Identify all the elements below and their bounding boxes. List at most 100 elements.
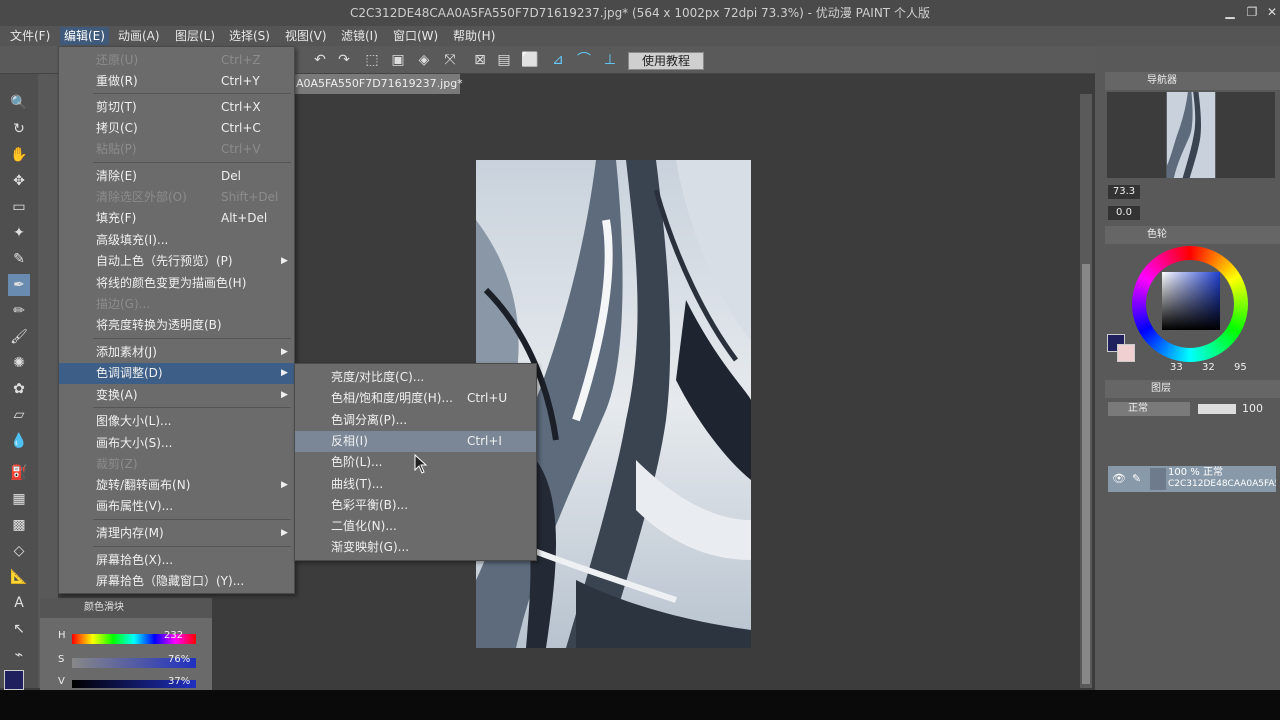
saturation-value[interactable]: 76% xyxy=(168,654,190,665)
tone-submenu-item[interactable]: 渐变映射(G)... xyxy=(295,537,536,558)
edit-menu-item[interactable]: 自动上色（先行预览）(P) ▶ xyxy=(59,251,294,272)
layer-row[interactable]: 👁 ✎ 100 % 正常 C2C312DE48CAA0A5FA5... xyxy=(1108,466,1276,492)
menu-filter[interactable]: 滤镜(I) xyxy=(337,27,382,45)
edit-menu-item[interactable]: 旋转/翻转画布(N) ▶ xyxy=(59,475,294,496)
color-wheel-panel-header: 色轮 xyxy=(1105,226,1280,244)
decoration-icon[interactable]: ✿ xyxy=(8,378,30,400)
menu-view[interactable]: 视图(V) xyxy=(281,27,331,45)
undo-icon[interactable]: ↶ xyxy=(310,50,330,70)
erase-icon[interactable]: ◈ xyxy=(414,50,434,70)
color-slider-panel: 颜色滑块 H 232 S 76% V 37% xyxy=(40,598,212,690)
airbrush-icon[interactable]: ✺ xyxy=(8,352,30,374)
canvas-vertical-scrollbar[interactable] xyxy=(1080,94,1092,688)
gradient-icon[interactable]: ▦ xyxy=(8,488,30,510)
brush-icon[interactable]: 🖌 xyxy=(8,326,30,348)
edit-menu: 还原(U) Ctrl+Z 重做(R) Ctrl+Y 剪切(T) Ctrl+X 拷贝(C) Ct… xyxy=(58,46,295,594)
edit-menu-item[interactable]: 屏幕拾色（隐藏窗口）(Y)... xyxy=(59,571,294,592)
crop-icon[interactable]: ⊠ xyxy=(470,50,490,70)
tone-submenu-item[interactable]: 二值化(N)... xyxy=(295,516,536,537)
pencil-icon[interactable]: ✏ xyxy=(8,300,30,322)
figure-icon[interactable]: ◇ xyxy=(8,540,30,562)
redo-icon[interactable]: ↷ xyxy=(334,50,354,70)
edit-menu-item[interactable]: 填充(F) Alt+Del xyxy=(59,208,294,229)
saturation-value-square[interactable] xyxy=(1162,272,1220,330)
tone-icon[interactable]: ▩ xyxy=(8,514,30,536)
marquee-icon[interactable]: ▭ xyxy=(8,196,30,218)
balloon-icon[interactable]: ↖ xyxy=(8,618,30,640)
edit-menu-item[interactable]: 画布大小(S)... xyxy=(59,433,294,454)
tone-submenu-item[interactable]: 色彩平衡(B)... xyxy=(295,495,536,516)
maximize-icon[interactable]: ❐ xyxy=(1244,4,1260,20)
main-color-swatch[interactable] xyxy=(4,670,24,690)
opacity-value[interactable]: 100 xyxy=(1242,402,1266,416)
edit-menu-item[interactable]: 屏幕拾色(X)... xyxy=(59,550,294,571)
zoom-icon[interactable]: 🔍 xyxy=(8,92,30,114)
edit-menu-item[interactable]: 将亮度转换为透明度(B) xyxy=(59,315,294,336)
edit-menu-item[interactable]: 高级填充(I)... xyxy=(59,230,294,251)
menu-edit[interactable]: 编辑(E) xyxy=(60,27,109,45)
invert-selection-icon[interactable]: ▣ xyxy=(388,50,408,70)
eyedropper-icon[interactable]: ✎ xyxy=(8,248,30,270)
rotate-icon[interactable]: ↻ xyxy=(8,118,30,140)
blend-icon[interactable]: 💧 xyxy=(8,430,30,452)
fill-icon[interactable]: ⛽ xyxy=(8,462,30,484)
tone-submenu-item[interactable]: 反相(I) Ctrl+I xyxy=(295,430,536,452)
tone-submenu-item[interactable]: 曲线(T)... xyxy=(295,474,536,495)
submenu-arrow-icon: ▶ xyxy=(281,347,288,357)
close-icon[interactable]: ✕ xyxy=(1264,4,1280,20)
menu-help[interactable]: 帮助(H) xyxy=(449,27,499,45)
edit-menu-item[interactable]: 清除(E) Del xyxy=(59,166,294,187)
pen-icon[interactable]: ✒ xyxy=(8,274,30,296)
edit-menu-item[interactable]: 色调调整(D) ▶ xyxy=(59,363,294,384)
edit-menu-item[interactable]: 重做(R) Ctrl+Y xyxy=(59,71,294,92)
edit-menu-item[interactable]: 画布属性(V)... xyxy=(59,496,294,517)
layer-thumbnail xyxy=(1150,468,1166,490)
edit-menu-item[interactable]: 将线的颜色变更为描画色(H) xyxy=(59,273,294,294)
hue-label: H xyxy=(58,630,66,641)
navigator-zoom-value[interactable]: 73.3 xyxy=(1108,185,1140,199)
hue-value[interactable]: 232 xyxy=(164,630,183,641)
menu-separator xyxy=(93,519,291,520)
menu-select[interactable]: 选择(S) xyxy=(225,27,274,45)
ruler-icon[interactable]: 📐 xyxy=(8,566,30,588)
brush-lock-icon[interactable]: ✎ xyxy=(1132,472,1141,485)
grid-snap-icon[interactable]: ⊥ xyxy=(600,50,620,70)
ruler-snap-icon[interactable]: ⊿ xyxy=(548,50,568,70)
transform-icon[interactable]: ⤧ xyxy=(440,50,460,70)
special-ruler-snap-icon[interactable]: ⌒ xyxy=(574,50,594,70)
tone-submenu-item[interactable]: 亮度/对比度(C)... xyxy=(295,367,536,388)
blend-mode-select[interactable]: 正常 xyxy=(1108,402,1190,416)
opacity-slider[interactable] xyxy=(1198,404,1236,414)
navigator-rotation-value[interactable]: 0.0 xyxy=(1108,206,1140,220)
menu-separator xyxy=(93,162,291,163)
edit-menu-item[interactable]: 拷贝(C) Ctrl+C xyxy=(59,118,294,139)
sub-color-swatch[interactable] xyxy=(1117,344,1135,362)
text-icon[interactable]: A xyxy=(8,592,30,614)
edit-menu-item[interactable]: 图像大小(L)... xyxy=(59,411,294,432)
hand-icon[interactable]: ✋ xyxy=(8,144,30,166)
menu-layer[interactable]: 图层(L) xyxy=(171,27,219,45)
eraser-icon[interactable]: ▱ xyxy=(8,404,30,426)
tone-submenu-item[interactable]: 色相/饱和度/明度(H)... Ctrl+U xyxy=(295,388,536,409)
scrollbar-thumb[interactable] xyxy=(1082,264,1090,684)
eye-icon[interactable]: 👁 xyxy=(1112,472,1126,485)
select-all-icon[interactable]: ⬜ xyxy=(520,50,540,70)
document-tab[interactable]: A0A5FA550F7D71619237.jpg* ✕ xyxy=(292,74,463,110)
edit-menu-item[interactable]: 变换(A) ▶ xyxy=(59,385,294,406)
magic-wand-icon[interactable]: ✦ xyxy=(8,222,30,244)
minimize-icon[interactable]: ▁ xyxy=(1222,4,1238,20)
edit-menu-item[interactable]: 添加素材(J) ▶ xyxy=(59,342,294,363)
menu-window[interactable]: 窗口(W) xyxy=(389,27,442,45)
tone-submenu-item[interactable]: 色调分离(P)... xyxy=(295,410,536,431)
correct-line-icon[interactable]: ⌁ xyxy=(8,644,30,666)
fill-selection-icon[interactable]: ▤ xyxy=(494,50,514,70)
edit-menu-item[interactable]: 清理内存(M) ▶ xyxy=(59,523,294,544)
move-layer-icon[interactable]: ✥ xyxy=(8,170,30,192)
value-value[interactable]: 37% xyxy=(168,676,190,687)
clear-selection-icon[interactable]: ⬚ xyxy=(362,50,382,70)
tutorial-button[interactable]: 使用教程 xyxy=(628,52,704,70)
menu-animation[interactable]: 动画(A) xyxy=(114,27,164,45)
layer-panel-header: 图层 xyxy=(1105,380,1280,398)
menu-file[interactable]: 文件(F) xyxy=(6,27,54,45)
edit-menu-item[interactable]: 剪切(T) Ctrl+X xyxy=(59,97,294,118)
